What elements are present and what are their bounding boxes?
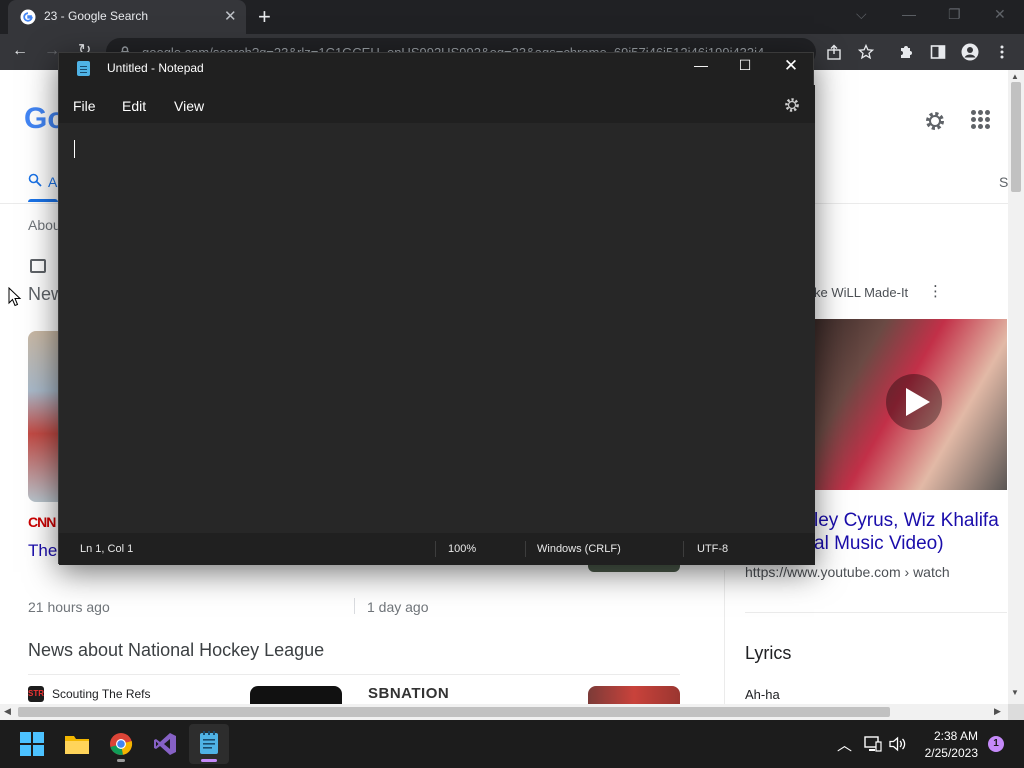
- notepad-close-button[interactable]: ✕: [781, 56, 801, 80]
- status-line-ending: Windows (CRLF): [537, 543, 621, 555]
- taskbar-file-explorer[interactable]: [57, 724, 97, 764]
- taskbar-chrome[interactable]: [101, 724, 141, 764]
- status-separator: [683, 541, 684, 557]
- scouting-the-refs-logo: STR: [28, 686, 44, 702]
- scrollbar-corner: [1008, 704, 1024, 720]
- news-card-image[interactable]: [28, 331, 60, 502]
- vertical-scroll-thumb[interactable]: [1011, 82, 1021, 192]
- browser-minimize-button[interactable]: —: [902, 6, 916, 22]
- news-card-title[interactable]: The: [28, 541, 57, 561]
- page-horizontal-scrollbar[interactable]: ◀ ▶: [0, 704, 1008, 720]
- column-divider: [724, 570, 725, 704]
- scroll-left-arrow-icon[interactable]: ◀: [4, 706, 11, 717]
- status-zoom: 100%: [448, 543, 477, 555]
- gear-icon[interactable]: [922, 108, 948, 134]
- page-vertical-scrollbar[interactable]: ▲ ▼: [1008, 70, 1024, 704]
- nhl-news-source-1: Scouting The Refs: [52, 687, 151, 701]
- scroll-up-arrow-icon[interactable]: ▲: [1011, 72, 1019, 81]
- lyrics-first-line: Ah-ha: [745, 687, 780, 702]
- network-icon[interactable]: [864, 736, 882, 752]
- notepad-title: Untitled - Notepad: [107, 61, 204, 75]
- running-indicator: [117, 759, 125, 762]
- clock-time[interactable]: 2:38 AM: [920, 729, 978, 743]
- file-explorer-icon: [65, 736, 89, 754]
- taskbar-notepad[interactable]: [189, 724, 229, 764]
- lyrics-heading: Lyrics: [745, 643, 792, 663]
- windows-start-icon: [20, 732, 44, 756]
- video-source-label: ke WiLL Made-It: [814, 285, 909, 300]
- scroll-right-arrow-icon[interactable]: ▶: [994, 706, 1001, 717]
- notepad-titlebar[interactable]: Untitled - Notepad — ☐ ✕: [59, 53, 815, 85]
- star-icon[interactable]: [858, 44, 874, 60]
- menu-edit[interactable]: Edit: [122, 98, 146, 114]
- tab-search-icon[interactable]: ⌵: [856, 6, 867, 23]
- extensions-icon[interactable]: [898, 44, 914, 60]
- new-tab-button[interactable]: +: [258, 4, 271, 30]
- mouse-pointer-icon: [8, 287, 22, 307]
- sbnation-logo: SBNATION: [368, 685, 450, 702]
- start-button[interactable]: [12, 724, 52, 764]
- notepad-minimize-button[interactable]: —: [691, 57, 711, 81]
- status-cursor-position: Ln 1, Col 1: [80, 543, 134, 555]
- notification-badge[interactable]: 1: [988, 736, 1004, 752]
- nhl-news-heading: News about National Hockey League: [28, 640, 325, 660]
- menu-view[interactable]: View: [174, 98, 204, 114]
- status-separator: [435, 541, 436, 557]
- kebab-menu-icon[interactable]: [996, 44, 1008, 60]
- lyrics-divider: [745, 612, 1007, 613]
- play-icon: [906, 388, 930, 416]
- profile-icon[interactable]: [961, 43, 979, 61]
- video-url[interactable]: https://www.youtube.com › watch: [745, 564, 950, 580]
- nhl-news-2-image[interactable]: [588, 686, 680, 704]
- notepad-status-bar: Ln 1, Col 1 100% Windows (CRLF) UTF-8: [59, 533, 815, 565]
- more-options-icon[interactable]: ⋮: [928, 282, 943, 300]
- gear-icon[interactable]: [783, 96, 801, 114]
- chrome-icon: [110, 733, 133, 755]
- news-card-1-time: 21 hours ago: [28, 599, 110, 615]
- taskbar-visual-studio[interactable]: [145, 724, 185, 764]
- windows-taskbar: ︿ 2:38 AM 2/25/2023 1: [0, 720, 1024, 768]
- clock-date[interactable]: 2/25/2023: [914, 746, 978, 760]
- horizontal-scroll-thumb[interactable]: [18, 707, 890, 717]
- notepad-maximize-button[interactable]: ☐: [735, 57, 755, 81]
- active-indicator: [201, 759, 217, 762]
- active-tab-indicator: [28, 199, 58, 202]
- notepad-window: Untitled - Notepad — ☐ ✕ File Edit View …: [58, 52, 815, 565]
- nhl-news-divider: [28, 674, 680, 675]
- video-title-line-1[interactable]: ley Cyrus, Wiz Khalifa: [814, 510, 999, 532]
- visual-studio-icon: [154, 733, 176, 755]
- status-encoding: UTF-8: [697, 543, 729, 555]
- video-title-line-2[interactable]: al Music Video): [814, 533, 944, 555]
- news-icon: [30, 259, 46, 273]
- text-caret: [74, 140, 75, 158]
- volume-icon[interactable]: [889, 736, 907, 752]
- notepad-text-area[interactable]: [59, 123, 815, 533]
- notepad-app-icon: [77, 61, 90, 76]
- google-apps-icon[interactable]: [971, 110, 991, 130]
- news-divider: [354, 598, 355, 614]
- browser-close-button[interactable]: ✕: [994, 6, 1006, 23]
- menu-file[interactable]: File: [73, 98, 96, 114]
- chrome-tab-strip: 23 - Google Search ✕ + ⌵ — ❐ ✕: [0, 0, 1024, 34]
- cnn-logo: CNN: [28, 514, 56, 530]
- tab-partial-s[interactable]: S: [999, 174, 1008, 190]
- results-count-text: Abou: [28, 217, 61, 233]
- tab-all[interactable]: A: [48, 174, 57, 190]
- show-hidden-icons-chevron-icon[interactable]: ︿: [837, 734, 852, 755]
- nhl-news-1-image[interactable]: [250, 686, 342, 704]
- share-icon[interactable]: [826, 44, 842, 60]
- notepad-menu-bar: File Edit View: [59, 85, 815, 123]
- tab-close-icon[interactable]: ✕: [224, 7, 237, 25]
- news-card-2-time: 1 day ago: [367, 599, 429, 615]
- browser-restore-button[interactable]: ❐: [948, 6, 961, 23]
- notepad-icon: [200, 731, 218, 754]
- google-favicon-icon: [20, 9, 36, 25]
- tab-title: 23 - Google Search: [44, 9, 149, 23]
- side-panel-icon[interactable]: [930, 44, 946, 60]
- status-separator: [525, 541, 526, 557]
- browser-tab[interactable]: 23 - Google Search ✕: [8, 0, 246, 34]
- back-icon[interactable]: ←: [12, 42, 28, 60]
- search-icon: [28, 173, 42, 187]
- scroll-down-arrow-icon[interactable]: ▼: [1011, 688, 1019, 697]
